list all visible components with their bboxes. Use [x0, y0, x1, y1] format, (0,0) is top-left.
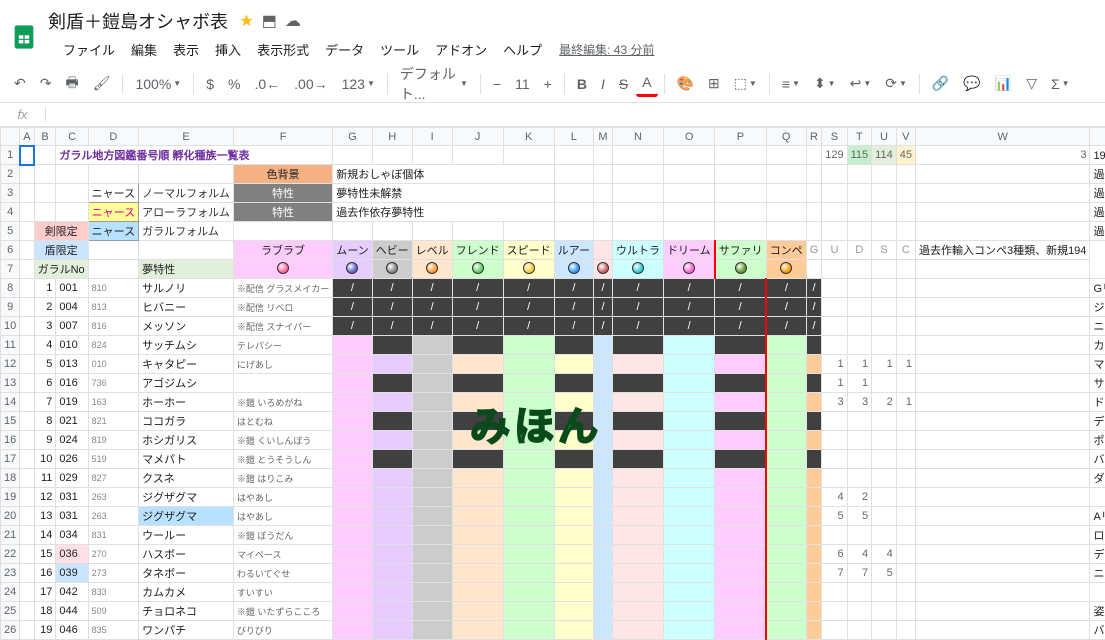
star-icon[interactable]: ★	[239, 11, 253, 31]
valign-button[interactable]: ⬍▼	[808, 71, 842, 96]
text-color-button[interactable]: A	[636, 70, 657, 97]
menu-view[interactable]: 表示	[166, 36, 206, 63]
last-edit-link[interactable]: 最終編集: 43 分前	[559, 41, 654, 58]
chart-button[interactable]: 📊	[989, 71, 1018, 96]
col-header-O[interactable]: O	[664, 128, 715, 146]
col-header-J[interactable]: J	[452, 128, 503, 146]
col-header-N[interactable]: N	[613, 128, 664, 146]
col-header-X[interactable]: X	[1090, 128, 1105, 146]
move-icon[interactable]: ⬒	[262, 11, 277, 31]
print-button[interactable]: 🖶	[59, 68, 84, 100]
font-size-input[interactable]: 11	[509, 72, 536, 96]
menu-addons[interactable]: アドオン	[428, 36, 494, 63]
menu-data[interactable]: データ	[318, 36, 371, 63]
font-size-dec[interactable]: −	[487, 72, 507, 96]
col-header-B[interactable]: B	[34, 128, 56, 146]
col-header-D[interactable]: D	[88, 128, 138, 146]
col-header-L[interactable]: L	[554, 128, 593, 146]
percent-button[interactable]: %	[222, 72, 246, 96]
col-header-V[interactable]: V	[896, 128, 915, 146]
col-header-T[interactable]: T	[847, 128, 872, 146]
toolbar: ↶ ↷ 🖶 🖌 100%▼ $ % .0← .00→ 123▼ デフォルト...…	[0, 65, 1105, 103]
doc-title[interactable]: 剣盾＋鎧島オシャボ表	[48, 8, 228, 34]
menubar: ファイル 編集 表示 挿入 表示形式 データ ツール アドオン ヘルプ 最終編集…	[48, 34, 1097, 65]
col-header-U[interactable]: U	[872, 128, 897, 146]
menu-insert[interactable]: 挿入	[208, 36, 248, 63]
col-header-P[interactable]: P	[715, 128, 767, 146]
menu-help[interactable]: ヘルプ	[496, 36, 549, 63]
col-header-S[interactable]: S	[822, 128, 847, 146]
borders-button[interactable]: ⊞	[702, 71, 726, 96]
col-header-G[interactable]: G	[333, 128, 372, 146]
col-header-Q[interactable]: Q	[766, 128, 806, 146]
link-button[interactable]: 🔗	[926, 71, 955, 96]
fx-label: fx	[0, 107, 46, 122]
col-header-I[interactable]: I	[412, 128, 452, 146]
menu-format[interactable]: 表示形式	[250, 36, 316, 63]
menu-file[interactable]: ファイル	[56, 36, 122, 63]
comment-button[interactable]: 💬	[957, 71, 986, 96]
spreadsheet-grid[interactable]: みほん ABCDEFGHIJKLMNOPQRSTUVWX1ガラル地方図鑑番号順 …	[0, 127, 1105, 640]
undo-button[interactable]: ↶	[8, 71, 32, 96]
halign-button[interactable]: ≡▼	[776, 72, 806, 96]
menu-edit[interactable]: 編集	[124, 36, 164, 63]
col-header-E[interactable]: E	[139, 128, 234, 146]
rotate-button[interactable]: ⟳▼	[879, 71, 913, 96]
cloud-icon[interactable]: ☁	[285, 11, 301, 31]
functions-button[interactable]: Σ▼	[1045, 72, 1076, 96]
col-header-C[interactable]: C	[56, 128, 88, 146]
paint-format-button[interactable]: 🖌	[87, 71, 117, 96]
bold-button[interactable]: B	[571, 72, 593, 96]
col-header-H[interactable]: H	[372, 128, 412, 146]
filter-button[interactable]: ▽	[1020, 71, 1043, 96]
col-header-R[interactable]: R	[806, 128, 822, 146]
italic-button[interactable]: I	[595, 72, 611, 96]
increase-decimal-button[interactable]: .00→	[288, 72, 333, 96]
redo-button[interactable]: ↷	[34, 71, 58, 96]
col-header-F[interactable]: F	[233, 128, 332, 146]
wrap-button[interactable]: ↩▼	[844, 71, 878, 96]
col-header-K[interactable]: K	[503, 128, 554, 146]
font-select[interactable]: デフォルト...▼	[394, 60, 474, 108]
col-header-W[interactable]: W	[915, 128, 1089, 146]
decrease-decimal-button[interactable]: .0←	[248, 72, 286, 96]
font-size-inc[interactable]: +	[538, 72, 558, 96]
currency-button[interactable]: $	[200, 72, 220, 96]
merge-button[interactable]: ⬚▼	[728, 71, 763, 96]
menu-tools[interactable]: ツール	[373, 36, 426, 63]
zoom-select[interactable]: 100%▼	[129, 72, 187, 96]
col-header-M[interactable]: M	[594, 128, 613, 146]
sheets-logo[interactable]	[8, 18, 40, 56]
more-formats-button[interactable]: 123▼	[336, 72, 381, 96]
sheet-title: ガラル地方図鑑番号順 孵化種族一覧表	[56, 146, 333, 165]
formula-input[interactable]	[46, 105, 1105, 124]
corner-cell[interactable]	[1, 128, 20, 146]
fill-color-button[interactable]: 🎨	[671, 71, 700, 96]
col-header-A[interactable]: A	[20, 128, 34, 146]
strike-button[interactable]: S	[613, 72, 634, 96]
